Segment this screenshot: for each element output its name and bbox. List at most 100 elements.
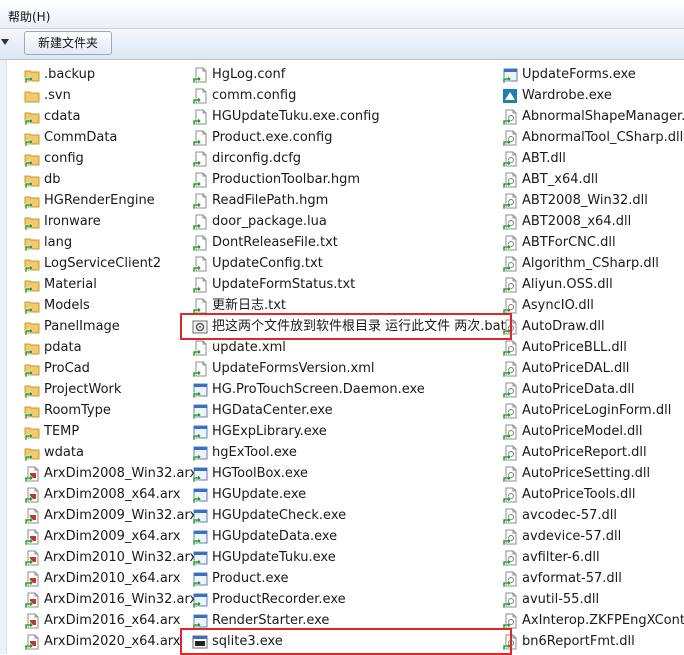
file-item-wdata[interactable]: wdata bbox=[24, 442, 197, 463]
dll-shortcut-icon bbox=[502, 151, 518, 167]
file-item-hgexplibrary-exe[interactable]: HGExpLibrary.exe bbox=[192, 421, 506, 442]
file-item-abtforcnc-dll[interactable]: ABTForCNC.dll bbox=[502, 232, 684, 253]
exe-shortcut-icon bbox=[192, 382, 208, 398]
file-item-cdata[interactable]: cdata bbox=[24, 106, 197, 127]
file-item-productrecorder-exe[interactable]: ProductRecorder.exe bbox=[192, 589, 506, 610]
file-item-abt2008-win32-dll[interactable]: ABT2008_Win32.dll bbox=[502, 190, 684, 211]
file-item-autopricemodel-dll[interactable]: AutoPriceModel.dll bbox=[502, 421, 684, 442]
file-item-arxdim2009-win32-arx[interactable]: ArxDim2009_Win32.arx bbox=[24, 505, 197, 526]
folder-shortcut-icon bbox=[24, 361, 40, 377]
file-item-config[interactable]: config bbox=[24, 148, 197, 169]
file-item-arxdim2008-x64-arx[interactable]: ArxDim2008_x64.arx bbox=[24, 484, 197, 505]
file-item-arxdim2020-x64-arx[interactable]: ArxDim2020_x64.arx bbox=[24, 631, 197, 652]
file-name-label: UpdateConfig.txt bbox=[212, 256, 323, 271]
file-item-lang[interactable]: lang bbox=[24, 232, 197, 253]
file-item-abt2008-x64-dll[interactable]: ABT2008_x64.dll bbox=[502, 211, 684, 232]
file-item-hg-protouchscreen-daemon-exe[interactable]: HG.ProTouchScreen.Daemon.exe bbox=[192, 379, 506, 400]
file-item-product-exe-config[interactable]: Product.exe.config bbox=[192, 127, 506, 148]
file-item-hgrenderengine[interactable]: HGRenderEngine bbox=[24, 190, 197, 211]
file-item-comm-config[interactable]: comm.config bbox=[192, 85, 506, 106]
file-name-label: ProjectWork bbox=[44, 382, 122, 397]
file-item-aliyun-oss-dll[interactable]: Aliyun.OSS.dll bbox=[502, 274, 684, 295]
file-name-label: AutoPriceReport.dll bbox=[522, 445, 647, 460]
file-item-projectwork[interactable]: ProjectWork bbox=[24, 379, 197, 400]
file-item-algorithm-csharp-dll[interactable]: Algorithm_CSharp.dll bbox=[502, 253, 684, 274]
new-folder-button[interactable]: 新建文件夹 bbox=[24, 31, 112, 55]
app-exe-icon bbox=[502, 88, 518, 104]
file-item-hgtoolbox-exe[interactable]: HGToolBox.exe bbox=[192, 463, 506, 484]
dll-shortcut-icon bbox=[502, 172, 518, 188]
file-shortcut-icon bbox=[192, 67, 208, 83]
file-item-axinterop-zkfpengxcontrol[interactable]: AxInterop.ZKFPEngXControl bbox=[502, 610, 684, 631]
file-item-arxdim2016-x64-arx[interactable]: ArxDim2016_x64.arx bbox=[24, 610, 197, 631]
file-item-hgupdate-exe[interactable]: HGUpdate.exe bbox=[192, 484, 506, 505]
file-item-hgupdatetuku-exe[interactable]: HGUpdateTuku.exe bbox=[192, 547, 506, 568]
file-item-abnormaltool-csharp-dll[interactable]: AbnormalTool_CSharp.dll bbox=[502, 127, 684, 148]
file-item-updateformstatus-txt[interactable]: UpdateFormStatus.txt bbox=[192, 274, 506, 295]
file-item-autopricedal-dll[interactable]: AutoPriceDAL.dll bbox=[502, 358, 684, 379]
file-item-logserviceclient2[interactable]: LogServiceClient2 bbox=[24, 253, 197, 274]
file-item-hgupdatecheck-exe[interactable]: HGUpdateCheck.exe bbox=[192, 505, 506, 526]
file-item-readfilepath-hgm[interactable]: ReadFilePath.hgm bbox=[192, 190, 506, 211]
file-name-label: Product.exe bbox=[212, 571, 289, 586]
file-item-commdata[interactable]: CommData bbox=[24, 127, 197, 148]
folder-shortcut-icon bbox=[24, 193, 40, 209]
file-item-avutil-55-dll[interactable]: avutil-55.dll bbox=[502, 589, 684, 610]
file-item-dirconfig-dcfg[interactable]: dirconfig.dcfg bbox=[192, 148, 506, 169]
file-item-arxdim2008-win32-arx[interactable]: ArxDim2008_Win32.arx bbox=[24, 463, 197, 484]
file-item-hgupdatetuku-exe-config[interactable]: HGUpdateTuku.exe.config bbox=[192, 106, 506, 127]
file-item-svn[interactable]: .svn bbox=[24, 85, 197, 106]
folder-shortcut-icon bbox=[24, 424, 40, 440]
file-item-db[interactable]: db bbox=[24, 169, 197, 190]
menu-help[interactable]: 帮助(H) bbox=[8, 8, 50, 25]
file-item-productiontoolbar-hgm[interactable]: ProductionToolbar.hgm bbox=[192, 169, 506, 190]
file-item-hgdatacenter-exe[interactable]: HGDataCenter.exe bbox=[192, 400, 506, 421]
file-item-abt-x64-dll[interactable]: ABT_x64.dll bbox=[502, 169, 684, 190]
file-item-roomtype[interactable]: RoomType bbox=[24, 400, 197, 421]
file-item-avfilter-6-dll[interactable]: avfilter-6.dll bbox=[502, 547, 684, 568]
file-item-updateformsversion-xml[interactable]: UpdateFormsVersion.xml bbox=[192, 358, 506, 379]
navigation-pane-edge[interactable] bbox=[0, 60, 7, 654]
arx-file-icon bbox=[24, 550, 40, 566]
file-item-hglog-conf[interactable]: HgLog.conf bbox=[192, 64, 506, 85]
file-item-update-xml[interactable]: update.xml bbox=[192, 337, 506, 358]
file-item-autopricetools-dll[interactable]: AutoPriceTools.dll bbox=[502, 484, 684, 505]
file-item-abnormalshapemanager-dll[interactable]: AbnormalShapeManager.dll bbox=[502, 106, 684, 127]
file-item-autopricedata-dll[interactable]: AutoPriceData.dll bbox=[502, 379, 684, 400]
file-item-autopriceloginform-dll[interactable]: AutoPriceLoginForm.dll bbox=[502, 400, 684, 421]
file-item-updateconfig-txt[interactable]: UpdateConfig.txt bbox=[192, 253, 506, 274]
file-item-asyncio-dll[interactable]: AsyncIO.dll bbox=[502, 295, 684, 316]
file-item-arxdim2010-win32-arx[interactable]: ArxDim2010_Win32.arx bbox=[24, 547, 197, 568]
file-item-arxdim2010-x64-arx[interactable]: ArxDim2010_x64.arx bbox=[24, 568, 197, 589]
file-name-label: Wardrobe.exe bbox=[522, 88, 612, 103]
file-item-avcodec-57-dll[interactable]: avcodec-57.dll bbox=[502, 505, 684, 526]
file-item-bn6reportfmt-dll[interactable]: bn6ReportFmt.dll bbox=[502, 631, 684, 652]
organize-dropdown-arrow-icon[interactable] bbox=[1, 39, 9, 45]
file-item-autopricebll-dll[interactable]: AutoPriceBLL.dll bbox=[502, 337, 684, 358]
file-item-hgupdatedata-exe[interactable]: HGUpdateData.exe bbox=[192, 526, 506, 547]
file-item-hgextool-exe[interactable]: hgExTool.exe bbox=[192, 442, 506, 463]
file-item-temp[interactable]: TEMP bbox=[24, 421, 197, 442]
file-item-dontreleasefile-txt[interactable]: DontReleaseFile.txt bbox=[192, 232, 506, 253]
file-item-panelimage[interactable]: PanelImage bbox=[24, 316, 197, 337]
file-item-avdevice-57-dll[interactable]: avdevice-57.dll bbox=[502, 526, 684, 547]
file-item-backup[interactable]: .backup bbox=[24, 64, 197, 85]
file-item-autopricesetting-dll[interactable]: AutoPriceSetting.dll bbox=[502, 463, 684, 484]
file-item-door-package-lua[interactable]: door_package.lua bbox=[192, 211, 506, 232]
file-item-pdata[interactable]: pdata bbox=[24, 337, 197, 358]
file-item-arxdim2009-x64-arx[interactable]: ArxDim2009_x64.arx bbox=[24, 526, 197, 547]
file-item-models[interactable]: Models bbox=[24, 295, 197, 316]
file-item-material[interactable]: Material bbox=[24, 274, 197, 295]
file-item-product-exe[interactable]: Product.exe bbox=[192, 568, 506, 589]
file-item-autopricereport-dll[interactable]: AutoPriceReport.dll bbox=[502, 442, 684, 463]
file-item-abt-dll[interactable]: ABT.dll bbox=[502, 148, 684, 169]
file-name-label: ArxDim2016_x64.arx bbox=[44, 613, 181, 628]
file-item-avformat-57-dll[interactable]: avformat-57.dll bbox=[502, 568, 684, 589]
file-item-procad[interactable]: ProCad bbox=[24, 358, 197, 379]
file-item-autodraw-dll[interactable]: AutoDraw.dll bbox=[502, 316, 684, 337]
dll-shortcut-icon bbox=[502, 256, 518, 272]
file-item-ironware[interactable]: Ironware bbox=[24, 211, 197, 232]
file-item-updateforms-exe[interactable]: UpdateForms.exe bbox=[502, 64, 684, 85]
file-item-arxdim2016-win32-arx[interactable]: ArxDim2016_Win32.arx bbox=[24, 589, 197, 610]
file-item-wardrobe-exe[interactable]: Wardrobe.exe bbox=[502, 85, 684, 106]
